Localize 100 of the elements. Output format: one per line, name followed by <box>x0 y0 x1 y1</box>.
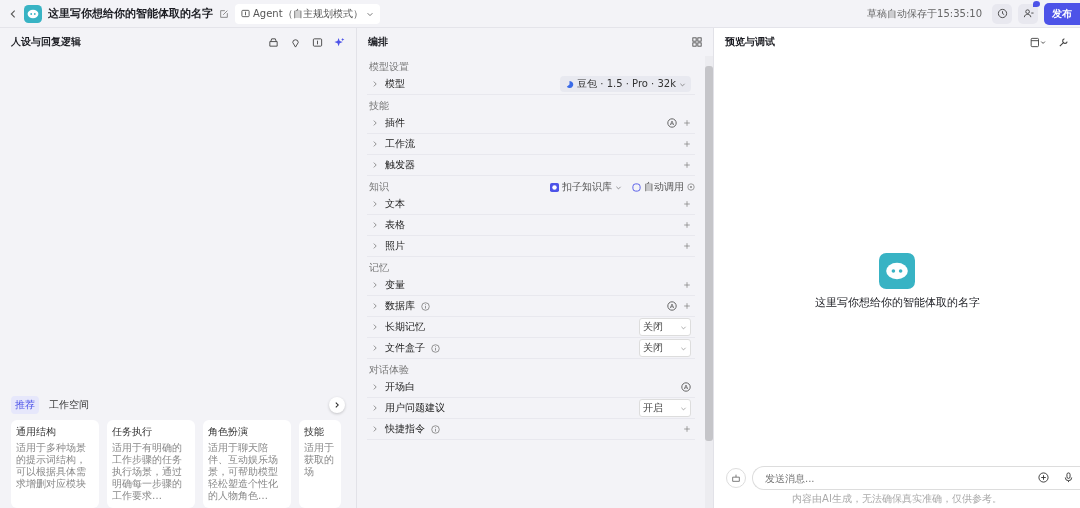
section-title: 知识 <box>369 180 390 194</box>
row-label: 模型 <box>385 77 405 91</box>
chevron-right-icon[interactable] <box>371 242 379 250</box>
add-icon[interactable] <box>1038 472 1049 483</box>
row-label: 用户问题建议 <box>385 401 445 415</box>
row-label: 照片 <box>385 239 405 253</box>
knowledge-source-select[interactable]: 扣子知识库 <box>550 180 622 194</box>
template-description: 适用于获取的场 <box>304 442 335 478</box>
toggle-select[interactable]: 关闭 <box>639 318 691 336</box>
chevron-right-icon[interactable] <box>371 323 379 331</box>
panel-title: 人设与回复逻辑 <box>11 35 81 49</box>
collaborators-button[interactable] <box>1018 3 1038 24</box>
chevron-right-icon[interactable] <box>371 404 379 412</box>
edit-icon[interactable] <box>219 8 229 19</box>
template-tab[interactable]: 推荐 <box>11 396 39 414</box>
template-card[interactable]: 角色扮演 适用于聊天陪伴、互动娱乐场景，可帮助模型轻松塑造个性化的人物角色… <box>203 420 291 508</box>
bot-avatar-icon <box>879 252 915 289</box>
config-row[interactable]: 文本 <box>367 194 695 215</box>
info-icon[interactable] <box>431 343 440 353</box>
row-label: 文本 <box>385 197 405 211</box>
template-description: 适用于聊天陪伴、互动娱乐场景，可帮助模型轻松塑造个性化的人物角色… <box>208 442 279 502</box>
chevron-right-icon[interactable] <box>371 221 379 229</box>
template-title: 技能 <box>304 425 325 439</box>
config-row[interactable]: 开场白 <box>367 377 695 398</box>
chevron-right-icon[interactable] <box>371 344 379 352</box>
row-label: 长期记忆 <box>385 320 425 334</box>
panel-title: 预览与调试 <box>725 35 775 49</box>
next-button[interactable] <box>329 397 345 413</box>
template-title: 任务执行 <box>112 425 153 439</box>
chevron-right-icon[interactable] <box>371 200 379 208</box>
publish-button[interactable]: 发布 <box>1044 2 1080 25</box>
chevron-right-icon <box>333 401 341 409</box>
template-title: 角色扮演 <box>208 425 249 439</box>
info-icon[interactable] <box>431 424 440 434</box>
auto-icon[interactable] <box>667 118 677 128</box>
config-row[interactable]: 工作流 <box>367 134 695 155</box>
layout-select-icon[interactable] <box>1030 36 1047 48</box>
info-icon[interactable] <box>421 301 430 311</box>
toggle-select[interactable]: 关闭 <box>639 339 691 357</box>
config-row[interactable]: 模型 豆包 · 1.5 · Pro · 32k <box>367 74 695 95</box>
call-mode-setting[interactable]: 自动调用 <box>632 180 695 194</box>
chevron-right-icon[interactable] <box>371 80 379 88</box>
config-row[interactable]: 变量 <box>367 275 695 296</box>
users-icon <box>1022 8 1034 19</box>
chevron-right-icon[interactable] <box>371 302 379 310</box>
microphone-icon[interactable] <box>1063 472 1074 483</box>
history-button[interactable] <box>992 3 1012 24</box>
section-title: 记忆 <box>369 261 390 275</box>
row-label: 文件盒子 <box>385 341 425 355</box>
config-row[interactable]: 表格 <box>367 215 695 236</box>
autosave-status: 草稿自动保存于15:35:10 <box>867 6 982 21</box>
back-icon[interactable] <box>8 7 18 20</box>
disclaimer-text: 内容由AI生成，无法确保真实准确，仅供参考。 <box>791 492 1003 506</box>
config-row[interactable]: 长期记忆 关闭 <box>367 317 695 338</box>
row-label: 插件 <box>385 116 405 130</box>
auto-icon[interactable] <box>667 301 677 311</box>
history-icon <box>996 8 1008 19</box>
wrench-icon[interactable] <box>1058 36 1069 48</box>
config-row[interactable]: 数据库 <box>367 296 695 317</box>
template-tab[interactable]: 工作空间 <box>45 396 93 414</box>
template-description: 适用于有明确的工作步骤的任务执行场景，通过明确每一步骤的工作要求… <box>112 442 183 502</box>
sparkle-icon[interactable] <box>334 36 345 48</box>
template-title: 通用结构 <box>16 425 57 439</box>
template-card[interactable]: 任务执行 适用于有明确的工作步骤的任务执行场景，通过明确每一步骤的工作要求… <box>107 420 195 508</box>
knowledge-base-icon <box>550 182 559 192</box>
config-row[interactable]: 文件盒子 关闭 <box>367 338 695 359</box>
template-card[interactable]: 技能 适用于获取的场 <box>299 420 341 508</box>
template-card[interactable]: 通用结构 适用于多种场景的提示词结构，可以根据具体需求增删对应模块 <box>11 420 99 508</box>
agent-title: 这里写你想给你的智能体取的名字 <box>48 6 213 21</box>
chevron-right-icon[interactable] <box>371 281 379 289</box>
config-row[interactable]: 照片 <box>367 236 695 257</box>
chevron-right-icon[interactable] <box>371 425 379 433</box>
chevron-right-icon[interactable] <box>371 140 379 148</box>
section-title: 模型设置 <box>369 60 410 74</box>
model-logo-icon <box>565 79 575 89</box>
auto-icon[interactable] <box>681 382 691 392</box>
row-label: 数据库 <box>385 299 415 313</box>
bot-name: 这里写你想给你的智能体取的名字 <box>814 294 980 310</box>
chevron-right-icon[interactable] <box>371 161 379 169</box>
row-label: 开场白 <box>385 380 415 394</box>
template-description: 适用于多种场景的提示词结构，可以根据具体需求增删对应模块 <box>16 442 87 490</box>
layout-icon[interactable] <box>692 37 702 47</box>
section-title: 对话体验 <box>369 363 410 377</box>
message-input[interactable]: 发送消息... <box>752 466 1080 490</box>
config-row[interactable]: 用户问题建议 开启 <box>367 398 695 419</box>
mode-select[interactable]: Agent（自主规划模式） <box>235 3 380 24</box>
scrollbar-thumb[interactable] <box>705 66 713 441</box>
section-title: 技能 <box>369 99 390 113</box>
row-label: 触发器 <box>385 158 415 172</box>
config-row[interactable]: 触发器 <box>367 155 695 176</box>
model-select[interactable]: 豆包 · 1.5 · Pro · 32k <box>560 76 691 92</box>
config-row[interactable]: 快捷指令 <box>367 419 695 440</box>
config-row[interactable]: 插件 <box>367 113 695 134</box>
chevron-right-icon[interactable] <box>371 119 379 127</box>
toggle-select[interactable]: 开启 <box>639 399 691 417</box>
clear-history-button[interactable] <box>726 468 746 488</box>
row-label: 表格 <box>385 218 405 232</box>
bot-avatar-icon <box>24 4 42 23</box>
chevron-right-icon[interactable] <box>371 383 379 391</box>
row-label: 变量 <box>385 278 405 292</box>
